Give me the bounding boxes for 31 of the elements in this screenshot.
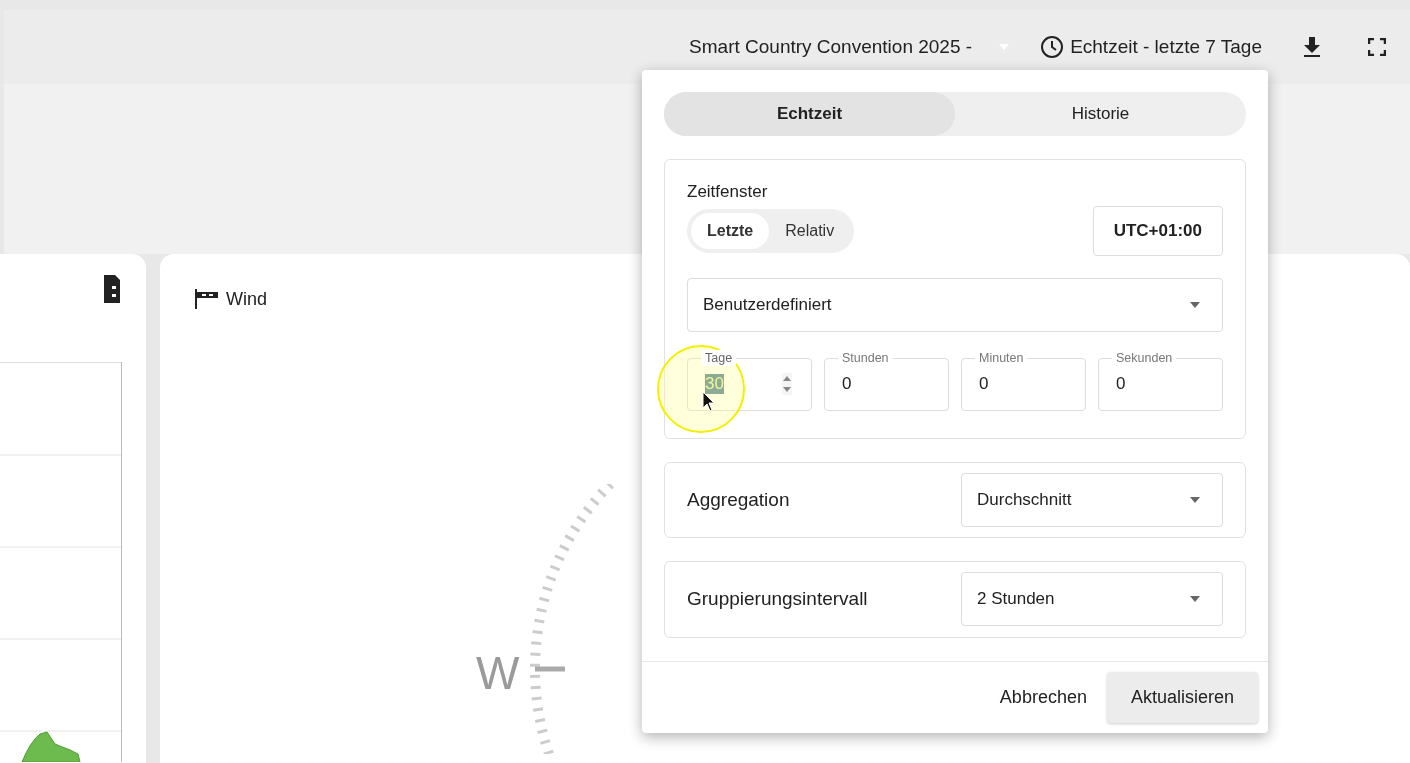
number-field[interactable]: Stunden 0	[824, 348, 949, 411]
number-field[interactable]: Sekunden 0	[1098, 348, 1223, 411]
preset-dropdown[interactable]: Benutzerdefiniert	[687, 277, 1223, 332]
caret-icon	[1190, 301, 1200, 308]
download-icon[interactable]	[1302, 36, 1322, 58]
interval-dropdown[interactable]: 2 Stunden	[961, 572, 1223, 627]
aggregation-dropdown[interactable]: Durchschnitt	[961, 473, 1223, 527]
tab[interactable]: Echtzeit	[664, 92, 955, 136]
clock-icon	[1040, 35, 1065, 59]
setting-label: Gruppierungsintervall	[687, 588, 868, 611]
tab[interactable]: Historie	[955, 92, 1246, 136]
mode-option[interactable]: Letzte	[691, 212, 770, 249]
timezone-button[interactable]: UTC+01:00	[1092, 205, 1223, 256]
document-icon	[103, 274, 121, 304]
event-selector[interactable]: Smart Country Convention 2025 -	[689, 36, 1011, 58]
number-field[interactable]: Minuten 0	[961, 348, 1086, 411]
windsock-icon	[194, 288, 220, 310]
setting-label: Aggregation	[687, 489, 790, 511]
time-range-button[interactable]: Echtzeit - letzte 7 Tage	[1040, 35, 1262, 59]
section-title: Zeitfenster	[687, 181, 769, 202]
mode-option[interactable]: Relativ	[769, 212, 851, 249]
card-title: Wind	[226, 288, 267, 310]
caret-icon	[1190, 596, 1200, 603]
compass-direction-label: W	[476, 646, 520, 700]
update-button[interactable]: Aktualisieren	[1106, 671, 1258, 723]
number-field[interactable]: Tage 30	[687, 348, 812, 411]
spinner-arrows-icon[interactable]	[782, 372, 792, 395]
cancel-button[interactable]: Abbrechen	[999, 686, 1087, 708]
fullscreen-icon[interactable]	[1368, 38, 1386, 56]
caret-icon	[1190, 497, 1200, 503]
mouse-pointer-icon	[702, 391, 716, 413]
